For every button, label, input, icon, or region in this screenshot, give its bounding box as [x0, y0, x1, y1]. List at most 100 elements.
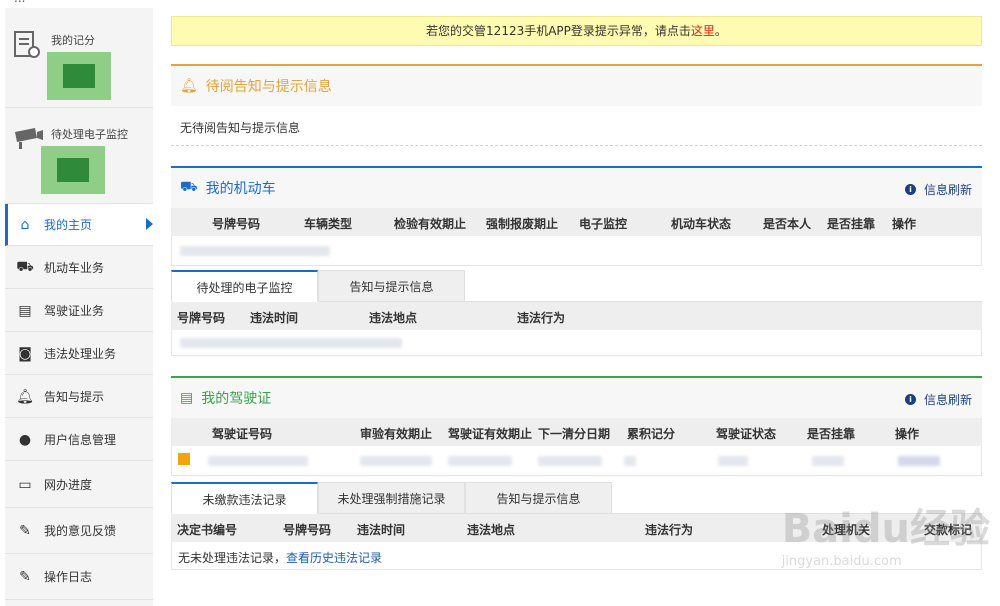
- nav-feedback-label: 我的意见反馈: [44, 524, 117, 538]
- monitor-table-header: 号牌号码 违法时间 违法地点 违法行为: [171, 302, 982, 330]
- col-license-number: 驾驶证号码: [212, 427, 273, 441]
- vehicle-table-row: [171, 236, 982, 266]
- obscured-points: [624, 456, 636, 466]
- license-title-icon: ▤: [180, 390, 194, 406]
- col-e-monitor: 电子监控: [579, 217, 628, 231]
- col-next-clear-date: 下一清分日期: [538, 427, 611, 441]
- obscured-operation: [898, 456, 940, 466]
- tab-pending-monitor[interactable]: 待处理的电子监控: [171, 270, 318, 302]
- document-edit-icon: [13, 30, 41, 63]
- vehicle-refresh-label: 信息刷新: [923, 183, 972, 197]
- col-license-affiliated: 是否挂靠: [807, 427, 856, 441]
- col-operation: 操作: [892, 217, 917, 231]
- nav-home-label: 我的主页: [44, 218, 93, 232]
- user-icon: ●: [18, 431, 32, 448]
- vehicle-refresh-button[interactable]: i 信息刷新: [904, 181, 972, 198]
- license-table-row: [171, 446, 982, 476]
- col-vio-behavior: 违法行为: [645, 523, 694, 537]
- truck-title-icon: ⛟: [180, 179, 198, 195]
- license-refresh-button[interactable]: i 信息刷新: [904, 391, 972, 408]
- sidebar: 我的记分 待处理电子监控 ⌂ 我的主页 ⛟ 机动车业务 ▤ 驾驶证业务 ◙ 违法…: [5, 8, 153, 606]
- col-license-operation: 操作: [895, 427, 920, 441]
- col-inspection-expiry: 检验有效期止: [394, 217, 467, 231]
- obscured-license-status: [718, 456, 748, 466]
- violation-empty-text: 无未处理违法记录，: [178, 551, 287, 565]
- nav-vehicle-business[interactable]: ⛟ 机动车业务: [5, 247, 153, 289]
- obscured-review-expiry: [360, 456, 432, 466]
- col-sub-time: 违法时间: [250, 311, 299, 325]
- monitor-value-obscured: [41, 146, 105, 194]
- info-icon: i: [904, 394, 916, 405]
- tab-license-notices[interactable]: 告知与提示信息: [465, 482, 612, 514]
- nav-user-info[interactable]: ● 用户信息管理: [5, 419, 153, 461]
- col-is-affiliated: 是否挂靠: [827, 217, 876, 231]
- log-icon: ✎: [19, 568, 31, 585]
- nav-operation-log[interactable]: ✎ 操作日志: [5, 554, 153, 600]
- obscured-license-number: [208, 456, 308, 466]
- notify-empty-text: 无待阅告知与提示信息: [180, 121, 301, 135]
- watermark-brand: Baidu经验: [781, 506, 990, 552]
- notice-link[interactable]: 这里: [691, 24, 715, 38]
- license-refresh-label: 信息刷新: [923, 393, 972, 407]
- bell-outline-icon: 🔔︎: [180, 78, 198, 94]
- nav-notifications-label: 告知与提示: [44, 390, 105, 404]
- notify-panel-header: 🔔︎ 待阅告知与提示信息: [171, 66, 982, 106]
- points-card[interactable]: 我的记分: [5, 8, 153, 108]
- status-square-icon: [178, 453, 190, 465]
- tab-enforcement-records[interactable]: 未处理强制措施记录: [318, 482, 465, 514]
- col-license-expiry: 驾驶证有效期止: [448, 427, 533, 441]
- nav-progress[interactable]: ▭ 网办进度: [5, 462, 153, 508]
- col-review-expiry: 审验有效期止: [360, 427, 433, 441]
- license-panel-title: 我的驾驶证: [201, 391, 272, 407]
- home-icon: ⌂: [20, 216, 30, 233]
- col-sub-place: 违法地点: [369, 311, 418, 325]
- monitor-card-label: 待处理电子监控: [51, 128, 128, 141]
- col-sub-plate: 号牌号码: [177, 311, 226, 325]
- notice-text: 若您的交管12123手机APP登录提示异常，请点击: [426, 24, 691, 38]
- bell-icon: 🔔︎: [16, 388, 34, 405]
- col-vio-plate: 号牌号码: [283, 523, 332, 537]
- nav-feedback[interactable]: ✎ 我的意见反馈: [5, 508, 153, 554]
- obscured-affiliated: [812, 456, 844, 466]
- notify-panel-title: 待阅告知与提示信息: [205, 79, 332, 95]
- vehicle-panel-header: ⛟ 我的机动车 i 信息刷新: [171, 168, 982, 208]
- nav-user-info-label: 用户信息管理: [44, 433, 117, 447]
- vehicle-panel-title: 我的机动车: [205, 181, 276, 197]
- vehicle-subtabs: 待处理的电子监控 告知与提示信息: [171, 270, 982, 302]
- login-notice-bar: 若您的交管12123手机APP登录提示异常，请点击这里。: [171, 16, 982, 46]
- vehicle-table-header: 号牌号码 车辆类型 检验有效期止 强制报废期止 电子监控 机动车状态 是否本人 …: [171, 208, 982, 236]
- monitor-card[interactable]: 待处理电子监控: [5, 108, 153, 204]
- history-violations-link[interactable]: 查看历史违法记录: [286, 551, 382, 565]
- obscured-monitor-data: [180, 338, 402, 348]
- points-card-label: 我的记分: [51, 34, 95, 47]
- nav-violation-business[interactable]: ◙ 违法处理业务: [5, 333, 153, 375]
- license-card-icon: ▤: [18, 302, 32, 319]
- col-vehicle-type: 车辆类型: [304, 217, 353, 231]
- feedback-icon: ✎: [19, 522, 31, 539]
- notify-divider: [171, 145, 982, 146]
- nav-license-business-label: 驾驶证业务: [44, 304, 105, 318]
- nav-progress-label: 网办进度: [44, 478, 93, 492]
- nav-home[interactable]: ⌂ 我的主页: [5, 204, 153, 246]
- obscured-clear-date: [538, 456, 602, 466]
- info-icon: i: [904, 184, 916, 195]
- obscured-vehicle-data: [180, 246, 330, 256]
- watermark-url: jingyan.baidu.com: [781, 554, 902, 569]
- col-decision-number: 决定书编号: [177, 523, 238, 537]
- baidu-watermark: Baidu经验 jingyan.baidu.com: [782, 496, 990, 569]
- nav-operation-log-label: 操作日志: [44, 570, 93, 584]
- tab-vehicle-notices[interactable]: 告知与提示信息: [318, 270, 465, 302]
- notice-end: 。: [714, 24, 727, 38]
- col-license-status: 驾驶证状态: [716, 427, 777, 441]
- tab-unpaid-violations[interactable]: 未缴款违法记录: [171, 482, 318, 514]
- violation-empty: 无未处理违法记录，查看历史违法记录: [178, 549, 382, 566]
- active-arrow: [146, 218, 153, 230]
- points-value-obscured: [47, 52, 111, 100]
- top-scrolled-banner: ...: [0, 0, 1000, 6]
- progress-icon: ▭: [18, 476, 32, 493]
- nav-license-business[interactable]: ▤ 驾驶证业务: [5, 290, 153, 332]
- col-scrap-expiry: 强制报废期止: [486, 217, 559, 231]
- camera-icon: ◙: [18, 345, 32, 362]
- nav-notifications[interactable]: 🔔︎ 告知与提示: [5, 376, 153, 418]
- nav-violation-business-label: 违法处理业务: [44, 347, 117, 361]
